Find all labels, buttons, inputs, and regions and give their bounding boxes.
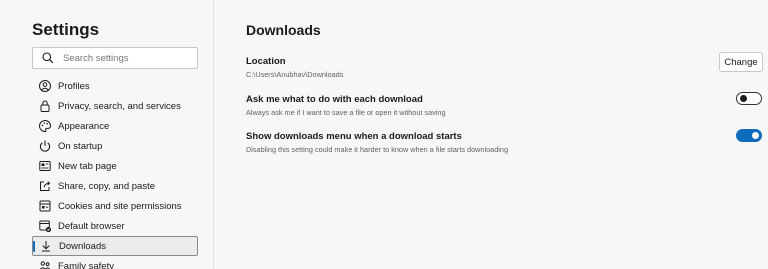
sidebar-item-profiles[interactable]: Profiles bbox=[32, 76, 198, 96]
sidebar-title: Settings bbox=[32, 20, 100, 39]
sidebar-item-label: Default browser bbox=[58, 220, 125, 232]
sidebar-item-startup[interactable]: On startup bbox=[32, 136, 198, 156]
page-title: Downloads bbox=[246, 22, 321, 38]
sidebar-item-new-tab[interactable]: New tab page bbox=[32, 156, 198, 176]
search-input[interactable] bbox=[63, 52, 193, 64]
browser-icon bbox=[38, 219, 52, 233]
sidebar-item-label: New tab page bbox=[58, 160, 117, 172]
downloads-menu-description: Disabling this setting could make it har… bbox=[246, 145, 509, 154]
ask-download-toggle[interactable] bbox=[736, 92, 762, 105]
palette-icon bbox=[38, 119, 52, 133]
ask-download-title: Ask me what to do with each download bbox=[246, 94, 423, 105]
lock-icon bbox=[38, 99, 52, 113]
family-icon bbox=[38, 259, 52, 269]
sidebar-item-downloads[interactable]: Downloads bbox=[32, 236, 198, 256]
toggle-knob bbox=[740, 95, 747, 102]
location-title: Location bbox=[246, 56, 286, 67]
sidebar-item-privacy[interactable]: Privacy, search, and services bbox=[32, 96, 198, 116]
sidebar-item-label: Downloads bbox=[59, 240, 106, 252]
download-icon bbox=[39, 239, 53, 253]
sidebar-item-label: Profiles bbox=[58, 80, 90, 92]
sidebar-item-label: Appearance bbox=[58, 120, 110, 132]
sidebar-item-appearance[interactable]: Appearance bbox=[32, 116, 198, 136]
downloads-panel: Downloads Location C:\Users\Anubhav\Down… bbox=[246, 0, 768, 269]
new-tab-icon bbox=[38, 159, 52, 173]
power-icon bbox=[38, 139, 52, 153]
ask-download-setting: Ask me what to do with each download Alw… bbox=[246, 94, 766, 117]
sidebar-item-label: Privacy, search, and services bbox=[58, 100, 181, 112]
settings-sidebar: Settings Profiles Privacy, search, and s… bbox=[0, 0, 214, 269]
sidebar-item-family-safety[interactable]: Family safety bbox=[32, 256, 198, 269]
share-icon bbox=[38, 179, 52, 193]
sidebar-item-label: Share, copy, and paste bbox=[58, 180, 155, 192]
ask-download-description: Always ask me if I want to save a file o… bbox=[246, 108, 446, 117]
downloads-menu-toggle[interactable] bbox=[736, 129, 762, 142]
sidebar-item-share[interactable]: Share, copy, and paste bbox=[32, 176, 198, 196]
sidebar-item-default-browser[interactable]: Default browser bbox=[32, 216, 198, 236]
location-path: C:\Users\Anubhav\Downloads bbox=[246, 70, 344, 79]
sidebar-item-label: Cookies and site permissions bbox=[58, 200, 182, 212]
settings-nav: Profiles Privacy, search, and services A… bbox=[32, 76, 198, 269]
search-icon bbox=[41, 51, 55, 65]
downloads-menu-setting: Show downloads menu when a download star… bbox=[246, 131, 766, 154]
change-location-button[interactable]: Change bbox=[719, 52, 763, 72]
cookies-icon bbox=[38, 199, 52, 213]
search-box[interactable] bbox=[32, 47, 198, 69]
sidebar-item-label: On startup bbox=[58, 140, 103, 152]
sidebar-item-label: Family safety bbox=[58, 260, 114, 269]
sidebar-item-cookies[interactable]: Cookies and site permissions bbox=[32, 196, 198, 216]
toggle-knob bbox=[752, 132, 759, 139]
downloads-menu-title: Show downloads menu when a download star… bbox=[246, 131, 462, 142]
profile-icon bbox=[38, 79, 52, 93]
location-setting: Location C:\Users\Anubhav\Downloads bbox=[246, 56, 766, 79]
